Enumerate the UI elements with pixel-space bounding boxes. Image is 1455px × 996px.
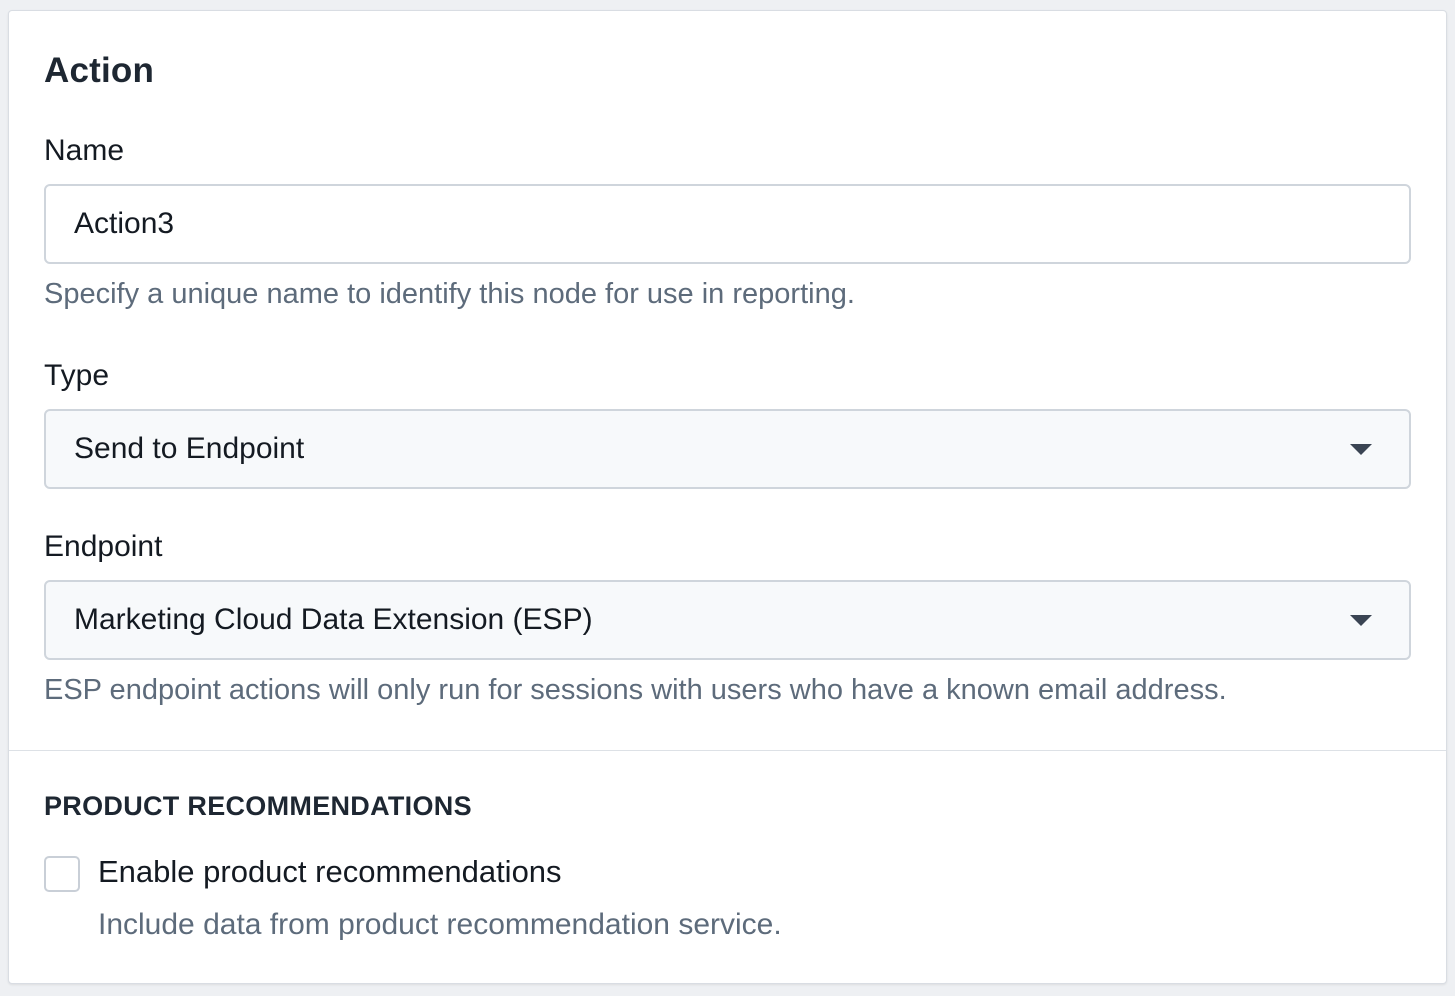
section-divider [9,750,1446,751]
caret-down-icon [1350,443,1372,455]
product-recommendations-title: PRODUCT RECOMMENDATIONS [44,791,472,821]
name-input[interactable] [44,184,1411,264]
name-help-text: Specify a unique name to identify this n… [44,278,855,310]
endpoint-field-label: Endpoint [44,530,163,563]
endpoint-select-value: Marketing Cloud Data Extension (ESP) [74,603,593,636]
type-field-label: Type [44,359,110,392]
enable-recommendations-help-text: Include data from product recommendation… [98,908,782,941]
enable-recommendations-label[interactable]: Enable product recommendations [98,854,562,890]
endpoint-help-text: ESP endpoint actions will only run for s… [44,674,1227,706]
section-title: Action [44,51,155,90]
action-section: Action Name Specify a unique name to ide… [9,11,1446,751]
caret-down-icon [1350,614,1372,626]
enable-recommendations-checkbox[interactable] [44,856,80,892]
type-select[interactable]: Send to Endpoint [44,409,1411,489]
name-field-label: Name [44,134,125,167]
type-select-value: Send to Endpoint [74,432,305,465]
action-settings-panel: Action Name Specify a unique name to ide… [8,10,1447,984]
endpoint-select[interactable]: Marketing Cloud Data Extension (ESP) [44,580,1411,660]
